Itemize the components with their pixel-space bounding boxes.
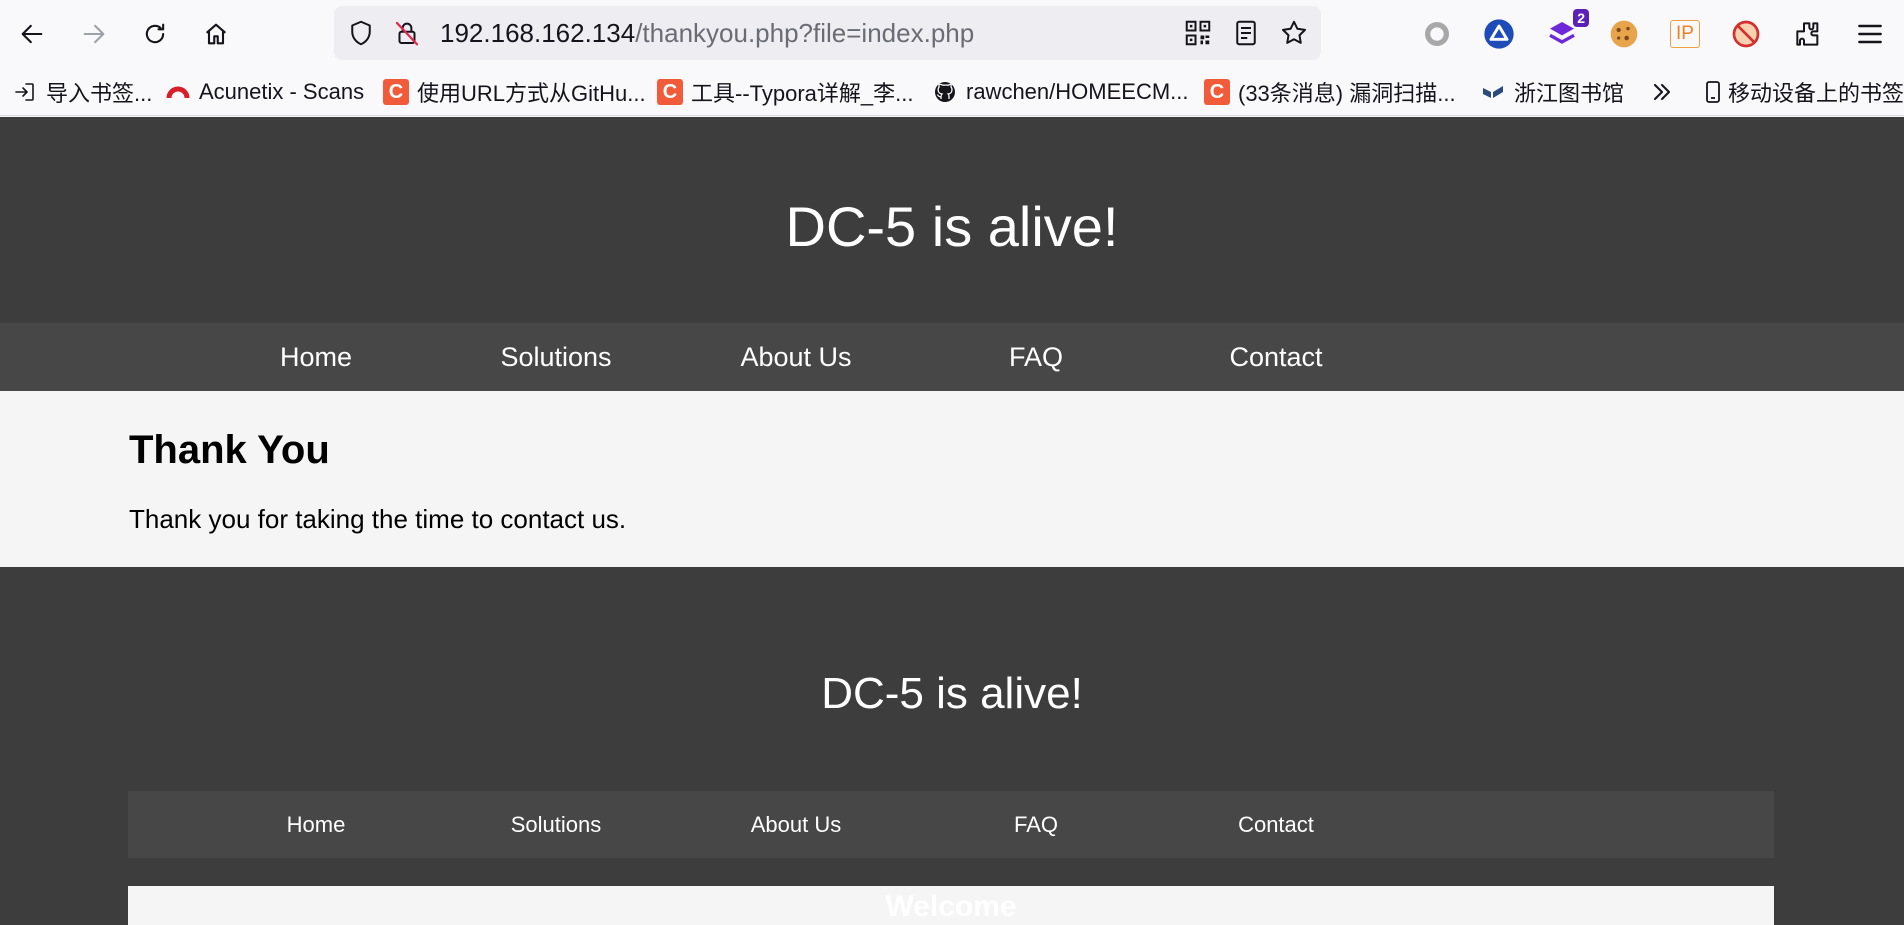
csdn-icon: C: [1204, 79, 1230, 105]
bookmark-label: rawchen/HOMEECM...: [966, 79, 1189, 104]
page-heading: Thank You: [129, 428, 330, 472]
welcome-panel: Welcome: [128, 886, 1774, 925]
back-button[interactable]: [12, 14, 52, 54]
qr-code-icon[interactable]: [1183, 18, 1213, 48]
ip-icon: IP: [1670, 20, 1700, 48]
bookmark-label: 工具--Typora详解_李...: [691, 81, 914, 106]
reload-button[interactable]: [135, 14, 175, 54]
forward-button[interactable]: [74, 14, 114, 54]
footer-navigation: Home Solutions About Us FAQ Contact: [128, 791, 1774, 858]
bookmark-label: 移动设备上的书签: [1728, 81, 1904, 106]
thank-you-message: Thank you for taking the time to contact…: [129, 504, 627, 534]
url-text[interactable]: 192.168.162.134/thankyou.php?file=index.…: [440, 6, 974, 60]
browser-toolbar: 192.168.162.134/thankyou.php?file=index.…: [0, 0, 1904, 68]
bookmark-item[interactable]: 浙江图书馆: [1480, 68, 1624, 116]
forward-arrow-icon: [83, 24, 105, 44]
library-icon: [1480, 79, 1506, 105]
nav-solutions[interactable]: Solutions: [436, 323, 676, 391]
reader-view-icon[interactable]: [1231, 18, 1261, 48]
mobile-bookmarks-folder[interactable]: 移动设备上的书签: [1700, 68, 1904, 116]
url-path: /thankyou.php?file=index.php: [635, 18, 975, 48]
extension-triangle-button[interactable]: [1482, 17, 1516, 51]
app-menu-button[interactable]: [1853, 17, 1887, 51]
puzzle-piece-icon: [1796, 22, 1819, 46]
bookmark-item[interactable]: Acunetix - Scans: [165, 68, 364, 116]
csdn-icon: C: [657, 79, 683, 105]
bookmark-label: 浙江图书馆: [1514, 81, 1625, 106]
footer-nav-solutions[interactable]: Solutions: [436, 791, 676, 858]
mobile-icon: [1700, 79, 1726, 105]
extension-circle-button[interactable]: [1420, 17, 1454, 51]
home-button[interactable]: [196, 14, 236, 54]
extension-ip-button[interactable]: IP: [1668, 17, 1702, 51]
bookmark-item[interactable]: 导入书签...: [12, 68, 152, 116]
reload-icon: [145, 23, 165, 44]
extension-cookie-button[interactable]: [1607, 17, 1641, 51]
bookmarks-toolbar: 导入书签... Acunetix - Scans C 使用URL方式从GitHu…: [0, 68, 1904, 116]
csdn-icon: C: [383, 79, 409, 105]
bookmark-item[interactable]: C 使用URL方式从GitHu...: [383, 68, 646, 116]
included-page-section: DC-5 is alive! Home Solutions About Us F…: [0, 567, 1904, 925]
tracking-protection-shield-icon[interactable]: [346, 18, 376, 48]
cookie-icon: [1610, 20, 1638, 48]
nav-contact[interactable]: Contact: [1156, 323, 1396, 391]
bookmark-label: 使用URL方式从GitHu...: [417, 81, 646, 106]
insecure-lock-icon[interactable]: [392, 18, 422, 48]
bookmarks-overflow-button[interactable]: [1648, 68, 1676, 116]
site-title: DC-5 is alive!: [785, 195, 1119, 258]
import-icon: [12, 79, 38, 105]
main-navigation: Home Solutions About Us FAQ Contact: [0, 323, 1904, 391]
hamburger-menu-icon: [1858, 24, 1882, 44]
bookmark-label: Acunetix - Scans: [199, 79, 365, 104]
back-arrow-icon: [21, 24, 43, 44]
block-icon: [1732, 20, 1760, 48]
site-header: DC-5 is alive!: [0, 117, 1904, 323]
triangle-logo-icon: [1484, 19, 1514, 49]
footer-nav-contact[interactable]: Contact: [1156, 791, 1396, 858]
bookmark-item[interactable]: rawchen/HOMEECM...: [932, 68, 1189, 116]
footer-site-title: DC-5 is alive!: [821, 669, 1083, 718]
bookmark-item[interactable]: C 工具--Typora详解_李...: [657, 68, 913, 116]
record-circle-icon: [1425, 22, 1449, 46]
bookmark-item[interactable]: C (33条消息) 漏洞扫描...: [1204, 68, 1456, 116]
nav-about-us[interactable]: About Us: [676, 323, 916, 391]
nav-home[interactable]: Home: [196, 323, 436, 391]
github-icon: [932, 79, 958, 105]
footer-nav-about-us[interactable]: About Us: [676, 791, 916, 858]
chevron-double-right-icon: [1653, 83, 1671, 101]
bookmark-star-icon[interactable]: [1279, 18, 1309, 48]
extension-badge: 2: [1573, 9, 1589, 27]
extension-blocker-button[interactable]: [1729, 17, 1763, 51]
url-host: 192.168.162.134: [440, 18, 636, 48]
footer-nav-faq[interactable]: FAQ: [916, 791, 1156, 858]
acunetix-icon: [165, 79, 191, 105]
extension-layers-button[interactable]: 2: [1545, 9, 1589, 51]
home-icon: [205, 23, 227, 45]
bookmark-label: 导入书签...: [46, 81, 153, 106]
welcome-heading: Welcome: [885, 890, 1017, 923]
footer-nav-home[interactable]: Home: [196, 791, 436, 858]
bookmark-label: (33条消息) 漏洞扫描...: [1238, 81, 1456, 106]
extensions-button[interactable]: [1791, 17, 1825, 51]
main-content: Thank You Thank you for taking the time …: [0, 391, 1904, 567]
nav-faq[interactable]: FAQ: [916, 323, 1156, 391]
address-bar[interactable]: 192.168.162.134/thankyou.php?file=index.…: [334, 6, 1321, 60]
